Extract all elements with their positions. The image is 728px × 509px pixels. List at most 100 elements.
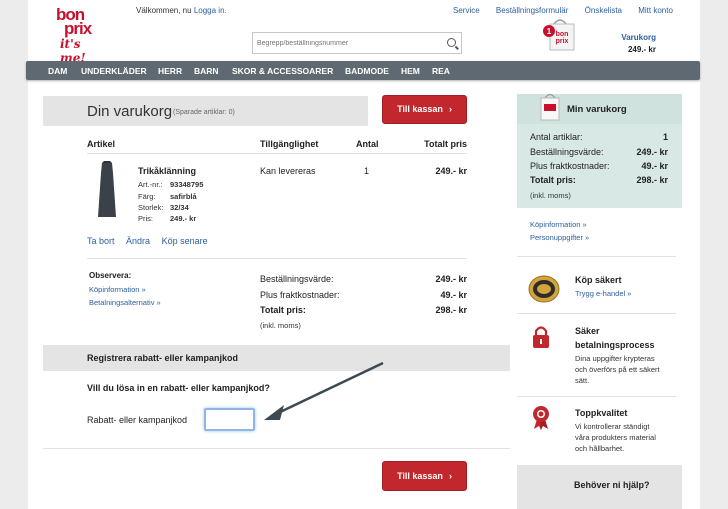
login-link[interactable]: Logga in. bbox=[194, 6, 227, 15]
shipping-value: 49.- kr bbox=[440, 290, 467, 300]
wishlist-link[interactable]: Önskelista bbox=[585, 6, 622, 15]
divider bbox=[517, 313, 676, 314]
mini-row-label: Antal artiklar: bbox=[530, 132, 583, 142]
secure-payment-desc-2: och överförs på ett säkert bbox=[575, 365, 660, 374]
main-navigation: DAM UNDERKLÄDER HERR BARN SKOR & ACCESSO… bbox=[26, 61, 700, 80]
nav-item-dam[interactable]: DAM bbox=[48, 66, 67, 76]
sidebar-personal-data-link[interactable]: Personuppgifter » bbox=[530, 233, 589, 242]
product-name[interactable]: Trikåklänning bbox=[138, 166, 196, 176]
vat-note: (inkl. moms) bbox=[260, 321, 301, 330]
mini-row-label: Plus fraktkostnader: bbox=[530, 161, 610, 171]
quality-desc-2: våra produkters material bbox=[575, 433, 656, 442]
chevron-right-icon: › bbox=[448, 104, 452, 114]
checkout-button-bottom[interactable]: Till kassan › bbox=[382, 461, 467, 491]
welcome-text: Välkommen, nu bbox=[136, 6, 192, 15]
art-number-value: 93348795 bbox=[170, 180, 204, 189]
mini-row-label: Beställningsvärde: bbox=[530, 147, 604, 157]
color-label: Färg: bbox=[138, 192, 156, 201]
item-actions: Ta bort Ändra Köp senare bbox=[87, 236, 217, 246]
divider bbox=[43, 448, 510, 449]
secure-payment-desc-3: sätt. bbox=[575, 376, 590, 385]
column-header-qty: Antal bbox=[356, 139, 379, 149]
mini-row-shipping: Plus fraktkostnader: 49.- kr bbox=[530, 161, 668, 171]
header-cart-total: 249.- kr bbox=[627, 45, 656, 54]
sidebar-purchase-info-link[interactable]: Köpinformation » bbox=[530, 220, 587, 229]
padlock-icon bbox=[533, 326, 549, 348]
promo-code-label: Rabatt- eller kampanjkod bbox=[87, 415, 188, 425]
divider bbox=[517, 256, 676, 257]
header-cart-label[interactable]: Varukorg bbox=[620, 33, 656, 42]
cart-title-bar: Din varukorg (Sparade artiklar: 0) bbox=[43, 96, 368, 126]
mini-row-value: 49.- kr bbox=[641, 161, 668, 171]
column-header-availability: Tillgänglighet bbox=[260, 139, 319, 149]
trusted-shop-seal-icon[interactable] bbox=[528, 275, 560, 303]
help-title: Behöver ni hjälp? bbox=[574, 480, 650, 490]
promo-question: Vill du lösa in en rabatt- eller kampanj… bbox=[87, 383, 270, 393]
mini-row-items: Antal artiklar: 1 bbox=[530, 132, 668, 142]
mini-cart-header: Min varukorg bbox=[517, 93, 682, 124]
product-price: Pris: 249.- kr bbox=[138, 214, 196, 223]
logo-text-prix: prix bbox=[64, 19, 92, 38]
quality-desc-3: och hållbarhet. bbox=[575, 444, 625, 453]
shopping-bag-icon bbox=[540, 93, 560, 121]
remove-item-link[interactable]: Ta bort bbox=[87, 236, 115, 246]
nav-item-barn[interactable]: BARN bbox=[194, 66, 219, 76]
promo-code-input[interactable] bbox=[204, 408, 255, 431]
bag-logo-text: bon bbox=[556, 31, 569, 38]
product-image-dress[interactable] bbox=[92, 161, 122, 221]
nav-item-underklader[interactable]: UNDERKLÄDER bbox=[81, 66, 147, 76]
nav-item-rea[interactable]: REA bbox=[432, 66, 450, 76]
secure-shopping-title: Köp säkert bbox=[575, 275, 622, 285]
nav-item-skor-accessoarer[interactable]: SKOR & ACCESSOARER bbox=[232, 66, 333, 76]
mini-row-order-value: Beställningsvärde: 249.- kr bbox=[530, 147, 668, 157]
mini-vat-note: (inkl. moms) bbox=[530, 191, 571, 200]
purchase-info-link[interactable]: Köpinformation » bbox=[89, 285, 146, 294]
nav-item-badmode[interactable]: BADMODE bbox=[345, 66, 389, 76]
item-quantity: 1 bbox=[364, 166, 370, 176]
pointer-arrow-icon bbox=[264, 361, 384, 420]
mini-row-value: 1 bbox=[662, 132, 668, 142]
my-account-link[interactable]: Mitt konto bbox=[638, 6, 673, 15]
product-art-number: Art.-nr.: 93348795 bbox=[138, 180, 203, 189]
cart-count-badge: 1 bbox=[547, 27, 552, 36]
shipping-label: Plus fraktkostnader: bbox=[260, 290, 340, 300]
bonprix-logo[interactable]: bon prix it's me! bbox=[56, 6, 106, 65]
welcome-message: Välkommen, nu Logga in. bbox=[136, 6, 227, 15]
buy-later-link[interactable]: Köp senare bbox=[162, 236, 208, 246]
total-label: Totalt pris: bbox=[260, 305, 306, 315]
column-header-total: Totalt pris bbox=[424, 139, 467, 149]
payment-options-link[interactable]: Betalningsalternativ » bbox=[89, 298, 161, 307]
secure-payment-title: Säker bbox=[575, 326, 600, 336]
saved-items-count: (Sparade artiklar: 0) bbox=[173, 109, 235, 116]
checkout-button-label: Till kassan bbox=[397, 471, 443, 481]
search-icon[interactable] bbox=[447, 38, 456, 47]
shopping-bag-icon[interactable]: bon prix 1 bbox=[540, 14, 580, 54]
chevron-right-icon: › bbox=[448, 471, 452, 481]
mini-cart-title: Min varukorg bbox=[567, 104, 627, 115]
promo-section-title: Registrera rabatt- eller kampanjkod bbox=[87, 353, 239, 363]
mini-row-value: 298.- kr bbox=[636, 175, 668, 185]
trygg-ehandel-link[interactable]: Trygg e-handel » bbox=[575, 289, 631, 298]
nav-item-herr[interactable]: HERR bbox=[158, 66, 182, 76]
search-input[interactable] bbox=[253, 33, 433, 53]
mini-row-label: Totalt pris: bbox=[530, 175, 576, 185]
checkout-button-label: Till kassan bbox=[397, 104, 443, 114]
divider bbox=[87, 153, 467, 154]
secure-payment-title-2: betalningsprocess bbox=[575, 340, 655, 350]
nav-item-hem[interactable]: HEM bbox=[401, 66, 420, 76]
help-box[interactable]: Behöver ni hjälp? bbox=[517, 465, 682, 509]
mini-row-total: Totalt pris: 298.- kr bbox=[530, 175, 668, 185]
size-value: 32/34 bbox=[170, 203, 189, 212]
total-value: 298.- kr bbox=[435, 305, 467, 315]
header-cart-summary[interactable]: Varukorg 249.- kr bbox=[620, 33, 656, 54]
service-link[interactable]: Service bbox=[453, 6, 480, 15]
quality-title: Toppkvalitet bbox=[575, 408, 628, 418]
order-value-label: Beställningsvärde: bbox=[260, 274, 334, 284]
edit-item-link[interactable]: Ändra bbox=[126, 236, 150, 246]
color-value: safirblå bbox=[170, 192, 197, 201]
secure-payment-desc: Dina uppgifter krypteras bbox=[575, 354, 655, 363]
column-header-article: Artikel bbox=[87, 139, 116, 149]
divider bbox=[517, 396, 676, 397]
availability-status: Kan levereras bbox=[260, 166, 316, 176]
checkout-button-top[interactable]: Till kassan › bbox=[382, 95, 467, 124]
